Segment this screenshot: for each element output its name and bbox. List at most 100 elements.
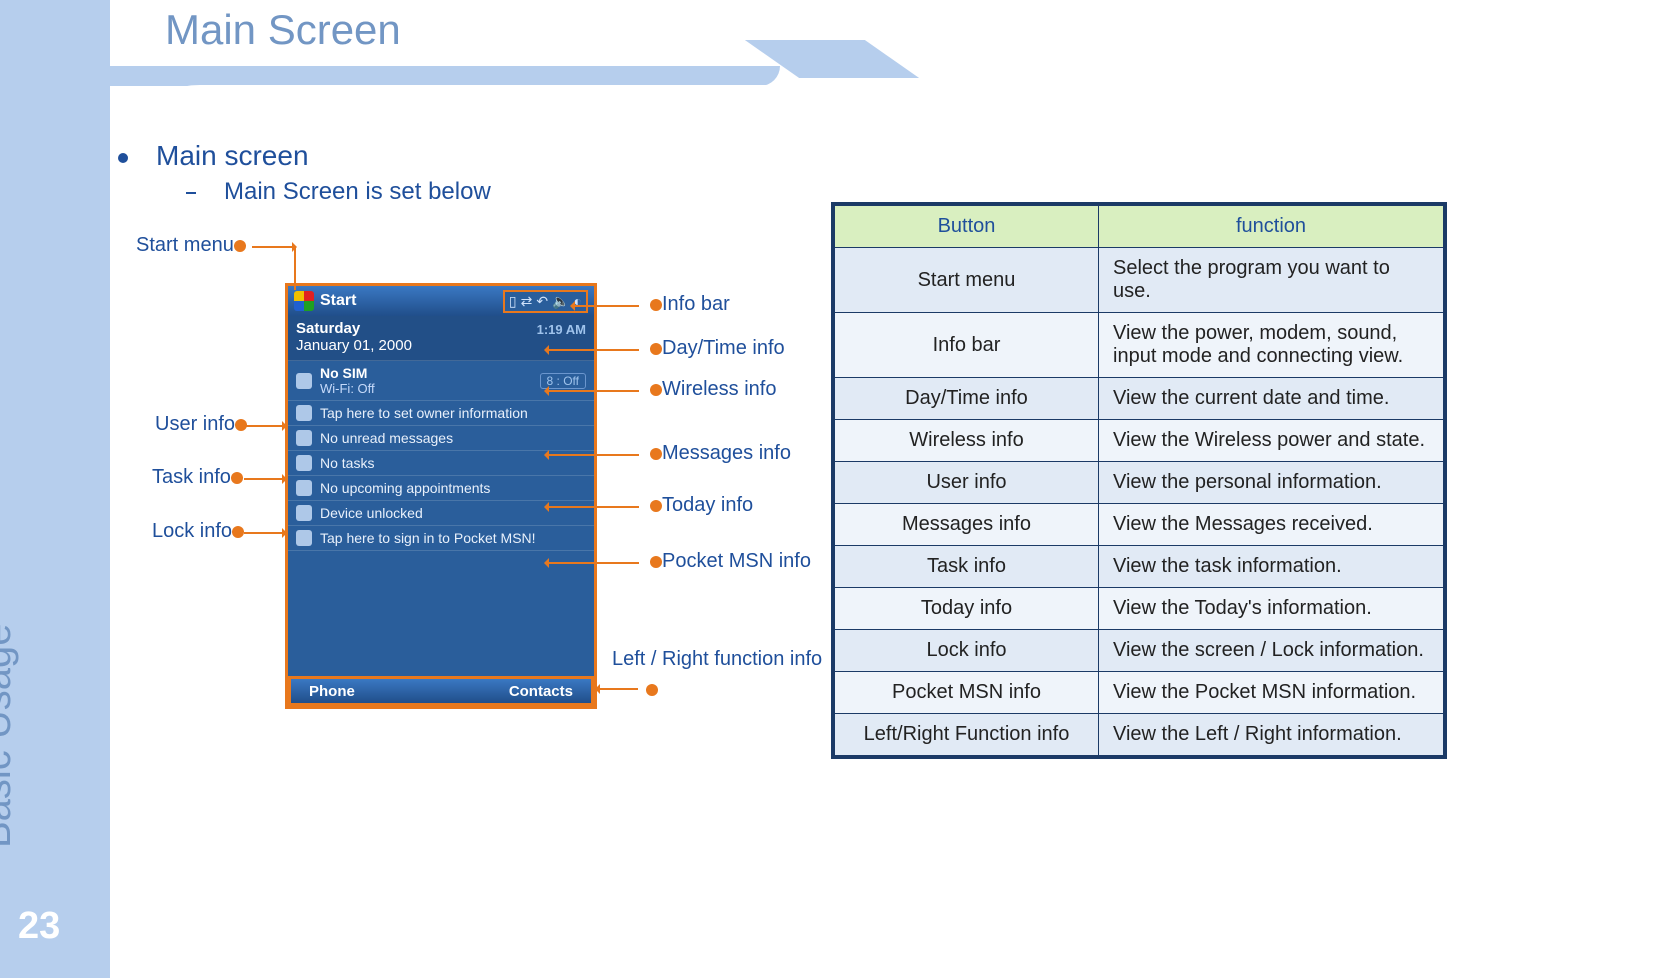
calendar-icon (296, 480, 312, 496)
conn-lock (244, 532, 284, 534)
phone-msg: No unread messages (320, 430, 453, 446)
conn-user (244, 425, 284, 427)
cell-function: View the personal information. (1099, 462, 1444, 504)
phone-sim: No SIM (320, 365, 375, 381)
cell-button: Wireless info (835, 420, 1099, 462)
phone-task: No tasks (320, 455, 374, 471)
table-row: Messages infoView the Messages received. (835, 504, 1444, 546)
phone-day: Saturday (296, 320, 412, 337)
cell-function: View the current date and time. (1099, 378, 1444, 420)
conn-start-h (252, 246, 294, 248)
phone-owner-row: Tap here to set owner information (288, 401, 594, 426)
cell-function: View the Wireless power and state. (1099, 420, 1444, 462)
cell-button: Left/Right Function info (835, 714, 1099, 756)
signal-icon (296, 373, 312, 389)
dot-icon (232, 526, 244, 538)
ann-footer-head (636, 678, 658, 701)
ann-info-bar: Info bar (640, 293, 730, 316)
conn-daytime (547, 349, 639, 351)
ann-today-text: Today info (662, 494, 753, 516)
ann-messages-text: Messages info (662, 442, 791, 464)
table-row: Left/Right Function infoView the Left / … (835, 714, 1444, 756)
phone-messages-row: No unread messages (288, 426, 594, 451)
task-icon (296, 455, 312, 471)
phone-screenshot: Start ▯ ⇄ ↶ 🔈 ◐ Saturday January 01, 200… (285, 283, 597, 709)
conn-messages (547, 454, 639, 456)
ann-start-menu: Start menu (136, 234, 256, 257)
dot-icon (234, 240, 246, 252)
back-icon: ↶ (536, 293, 548, 310)
ann-footer: Left / Right function info (612, 648, 822, 671)
phone-footer: Phone Contacts (288, 676, 594, 706)
bullet-sub: Main Screen is set below (186, 178, 491, 206)
conn-task (244, 478, 284, 480)
phone-appt: No upcoming appointments (320, 480, 490, 496)
cell-function: Select the program you want to use. (1099, 248, 1444, 313)
conn-infobar (573, 305, 639, 307)
mail-icon (296, 430, 312, 446)
dot-icon (650, 343, 662, 355)
phone-wifi: Wi-Fi: Off (320, 381, 375, 396)
phone-time: 1:19 AM (537, 322, 586, 337)
page-title: Main Screen (165, 6, 401, 54)
dot-icon (650, 500, 662, 512)
th-function: function (1099, 206, 1444, 248)
cell-button: Pocket MSN info (835, 672, 1099, 714)
table-row: User infoView the personal information. (835, 462, 1444, 504)
cell-button: Lock info (835, 630, 1099, 672)
dot-icon (650, 384, 662, 396)
function-table: Button function Start menuSelect the pro… (834, 205, 1444, 756)
conn-start-v (294, 246, 296, 290)
ann-wireless-text: Wireless info (662, 378, 776, 400)
ann-messages: Messages info (640, 442, 791, 465)
bullet-main-screen: Main screen (118, 140, 309, 172)
cell-button: User info (835, 462, 1099, 504)
dot-icon (650, 556, 662, 568)
table-row: Wireless infoView the Wireless power and… (835, 420, 1444, 462)
ann-task-info: Task info (152, 466, 253, 489)
cell-button: Start menu (835, 248, 1099, 313)
table-row: Pocket MSN infoView the Pocket MSN infor… (835, 672, 1444, 714)
phone-titlebar: Start ▯ ⇄ ↶ 🔈 ◐ (288, 286, 594, 316)
section-label: Basic Usage (0, 623, 20, 848)
ann-user-info-text: User info (155, 413, 235, 435)
dot-icon (231, 472, 243, 484)
table-row: Day/Time infoView the current date and t… (835, 378, 1444, 420)
ann-daytime: Day/Time info (640, 337, 785, 360)
ann-today: Today info (640, 494, 753, 517)
battery-icon: ▯ (509, 293, 517, 310)
dot-icon (650, 448, 662, 460)
cell-function: View the Left / Right information. (1099, 714, 1444, 756)
phone-msn: Tap here to sign in to Pocket MSN! (320, 530, 536, 546)
ann-wireless: Wireless info (640, 378, 776, 401)
ann-lock-info-text: Lock info (152, 520, 232, 542)
table-row: Start menuSelect the program you want to… (835, 248, 1444, 313)
table-row: Info barView the power, modem, sound, in… (835, 313, 1444, 378)
conn-footer (598, 688, 638, 690)
ann-daytime-text: Day/Time info (662, 337, 785, 359)
sync-icon: ⇄ (521, 293, 533, 310)
page-number: 23 (18, 905, 60, 948)
bullet-dot-icon (118, 153, 128, 163)
phone-lock: Device unlocked (320, 505, 423, 521)
cell-button: Info bar (835, 313, 1099, 378)
ann-pocketmsn-text: Pocket MSN info (662, 550, 811, 572)
ann-task-info-text: Task info (152, 466, 231, 488)
phone-right-soft: Contacts (509, 683, 573, 700)
phone-info-bar: ▯ ⇄ ↶ 🔈 ◐ (503, 290, 588, 313)
ann-start-menu-text: Start menu (136, 234, 234, 256)
th-button: Button (835, 206, 1099, 248)
phone-start-label: Start (320, 292, 356, 310)
phone-msn-row: Tap here to sign in to Pocket MSN! (288, 526, 594, 551)
ann-info-bar-text: Info bar (662, 293, 730, 315)
lock-icon (296, 505, 312, 521)
conn-msn (547, 562, 639, 564)
cell-button: Task info (835, 546, 1099, 588)
cell-button: Messages info (835, 504, 1099, 546)
msn-icon (296, 530, 312, 546)
conn-today (547, 506, 639, 508)
table-row: Lock infoView the screen / Lock informat… (835, 630, 1444, 672)
ann-user-info: User info (155, 413, 257, 436)
dot-icon (646, 684, 658, 696)
cell-function: View the Messages received. (1099, 504, 1444, 546)
